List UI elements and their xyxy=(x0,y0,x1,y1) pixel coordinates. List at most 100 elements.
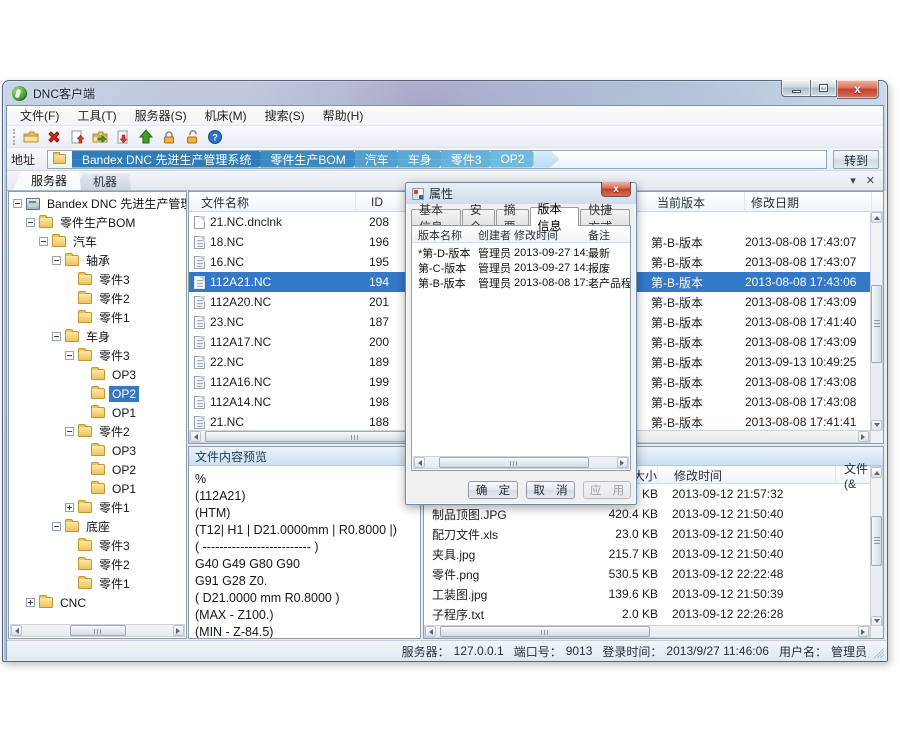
tab-机器[interactable]: 机器 xyxy=(75,172,131,190)
menu-item-t[interactable]: 工具(T) xyxy=(68,105,125,126)
file-list-vscrollbar[interactable] xyxy=(870,212,883,432)
tree-item-Bandex DNC 先进生产管理系[interactable]: Bandex DNC 先进生产管理系 xyxy=(9,194,186,213)
tree-item-车身[interactable]: 车身 xyxy=(9,327,186,346)
collapse-icon[interactable] xyxy=(52,332,61,341)
titlebar[interactable]: DNC客户端 x xyxy=(3,81,887,105)
tree-item-零件1[interactable]: 零件1 xyxy=(9,498,186,517)
scroll-right-icon[interactable] xyxy=(617,457,628,468)
tree-item-零件2[interactable]: 零件2 xyxy=(9,555,186,574)
version-row[interactable]: 第-B-版本管理员2013-08-08 17:...老产品程序 xyxy=(412,275,630,290)
attachment-row[interactable]: 夹具.jpg215.7 KB2013-09-12 21:50:40 xyxy=(424,544,870,564)
attachment-row[interactable]: 工装图.jpg139.6 KB2013-09-12 21:50:39 xyxy=(424,584,870,604)
toolbar-lock-icon[interactable] xyxy=(159,127,179,147)
tree-item-OP1[interactable]: OP1 xyxy=(9,479,186,498)
version-row[interactable]: *第-D-版本管理员2013-09-27 14:...最新 xyxy=(412,245,630,260)
dialog-tab-摘要[interactable]: 摘要 xyxy=(496,209,529,226)
tree-item-零件3[interactable]: 零件3 xyxy=(9,346,186,365)
tree-item-OP1[interactable]: OP1 xyxy=(9,403,186,422)
attachment-row[interactable]: 子程序.txt2.0 KB2013-09-12 22:26:28 xyxy=(424,604,870,624)
scroll-thumb[interactable] xyxy=(871,516,882,566)
version-column-note[interactable]: 备注 xyxy=(588,226,631,243)
go-button[interactable]: 转到 xyxy=(833,150,879,169)
dialog-tab-安全[interactable]: 安全 xyxy=(462,209,495,226)
dialog-tab-快捷方式[interactable]: 快捷方式 xyxy=(580,209,630,226)
toolbar-help-icon[interactable]: ? xyxy=(205,127,225,147)
tree-item-零件生产BOM[interactable]: 零件生产BOM xyxy=(9,213,186,232)
tree-hscrollbar[interactable] xyxy=(10,624,185,637)
expand-icon[interactable] xyxy=(26,598,35,607)
toolbar-delete-icon[interactable] xyxy=(44,127,64,147)
attachments-vscrollbar[interactable] xyxy=(870,466,883,628)
collapse-icon[interactable] xyxy=(52,256,61,265)
column-header-date[interactable]: 修改日期 xyxy=(745,192,872,212)
dialog-tab-版本信息[interactable]: 版本信息 xyxy=(530,207,580,226)
attachments-hscrollbar[interactable] xyxy=(424,625,870,638)
version-list-hscrollbar[interactable] xyxy=(413,456,629,469)
scroll-left-icon[interactable] xyxy=(425,626,436,637)
dialog-close-button[interactable]: x xyxy=(601,182,631,197)
collapse-icon[interactable] xyxy=(65,351,74,360)
tree-item-轴承[interactable]: 轴承 xyxy=(9,251,186,270)
tab-close-icon[interactable]: ✕ xyxy=(866,174,875,188)
close-button[interactable]: x xyxy=(837,80,879,99)
scroll-up-icon[interactable] xyxy=(871,467,882,478)
scroll-up-icon[interactable] xyxy=(871,212,882,223)
version-column-name[interactable]: 版本名称 xyxy=(418,226,478,243)
version-column-creator[interactable]: 创建者 xyxy=(478,226,512,243)
scroll-left-icon[interactable] xyxy=(11,625,22,636)
scroll-right-icon[interactable] xyxy=(173,625,184,636)
scroll-thumb[interactable] xyxy=(439,457,589,468)
tree-item-零件1[interactable]: 零件1 xyxy=(9,308,186,327)
tree-item-OP3[interactable]: OP3 xyxy=(9,441,186,460)
resize-grip[interactable] xyxy=(874,648,884,658)
ok-button[interactable]: 确 定 xyxy=(468,481,518,499)
chevron-down-icon[interactable]: ▾ xyxy=(850,174,856,188)
scroll-right-icon[interactable] xyxy=(858,626,869,637)
attachment-row[interactable]: 制品顶图.JPG420.4 KB2013-09-12 21:50:40 xyxy=(424,504,870,524)
column-header-file[interactable]: 文件(& xyxy=(838,466,872,484)
tree-item-汽车[interactable]: 汽车 xyxy=(9,232,186,251)
maximize-button[interactable] xyxy=(810,80,837,97)
column-header-id[interactable]: ID xyxy=(365,192,410,212)
scroll-right-icon[interactable] xyxy=(858,431,869,442)
tree-item-零件2[interactable]: 零件2 xyxy=(9,422,186,441)
menu-item-h[interactable]: 帮助(H) xyxy=(314,105,373,126)
cancel-button[interactable]: 取 消 xyxy=(526,481,575,499)
menu-item-s[interactable]: 搜索(S) xyxy=(256,105,314,126)
version-row[interactable]: 第-C-版本管理员2013-09-27 14:...报废 xyxy=(412,260,630,275)
dialog-tab-基本信息[interactable]: 基本信息 xyxy=(411,209,461,226)
breadcrumb-segment[interactable]: 车身 xyxy=(398,151,448,168)
expand-icon[interactable] xyxy=(65,503,74,512)
toolbar-unlock-icon[interactable] xyxy=(182,127,202,147)
toolbar-import-folder-icon[interactable] xyxy=(90,127,110,147)
toolbar-new-folder-icon[interactable] xyxy=(21,127,41,147)
menu-item-s[interactable]: 服务器(S) xyxy=(126,105,196,126)
tree-item-OP3[interactable]: OP3 xyxy=(9,365,186,384)
toolbar-checkout-file-icon[interactable] xyxy=(113,127,133,147)
scroll-left-icon[interactable] xyxy=(190,431,201,442)
scroll-left-icon[interactable] xyxy=(414,457,425,468)
attachment-row[interactable]: 零件.png530.5 KB2013-09-12 22:22:48 xyxy=(424,564,870,584)
tree-item-底座[interactable]: 底座 xyxy=(9,517,186,536)
collapse-icon[interactable] xyxy=(13,199,22,208)
tree-item-OP2[interactable]: OP2 xyxy=(9,384,186,403)
breadcrumb-segment[interactable]: 零件生产BOM xyxy=(260,151,361,168)
minimize-button[interactable] xyxy=(781,80,810,97)
tree-item-CNC[interactable]: CNC xyxy=(9,593,186,612)
column-header-name[interactable]: 文件名称 xyxy=(195,192,356,212)
column-header-time[interactable]: 修改时间 xyxy=(668,466,836,484)
scroll-thumb[interactable] xyxy=(871,285,882,363)
breadcrumb-segment[interactable]: 汽车 xyxy=(355,151,405,168)
breadcrumb-segment[interactable]: Bandex DNC 先进生产管理系统 xyxy=(72,151,267,168)
collapse-icon[interactable] xyxy=(26,218,35,227)
toolbar-grip[interactable] xyxy=(13,129,17,145)
breadcrumb-segment[interactable]: 零件3 xyxy=(441,151,498,168)
menu-item-f[interactable]: 文件(F) xyxy=(11,105,68,126)
collapse-icon[interactable] xyxy=(65,427,74,436)
tree-item-零件1[interactable]: 零件1 xyxy=(9,574,186,593)
tree-item-零件2[interactable]: 零件2 xyxy=(9,289,186,308)
menu-item-m[interactable]: 机床(M) xyxy=(196,105,256,126)
tab-服务器[interactable]: 服务器 xyxy=(13,171,81,190)
breadcrumb-segment[interactable]: OP2 xyxy=(490,151,540,168)
tree-item-OP2[interactable]: OP2 xyxy=(9,460,186,479)
